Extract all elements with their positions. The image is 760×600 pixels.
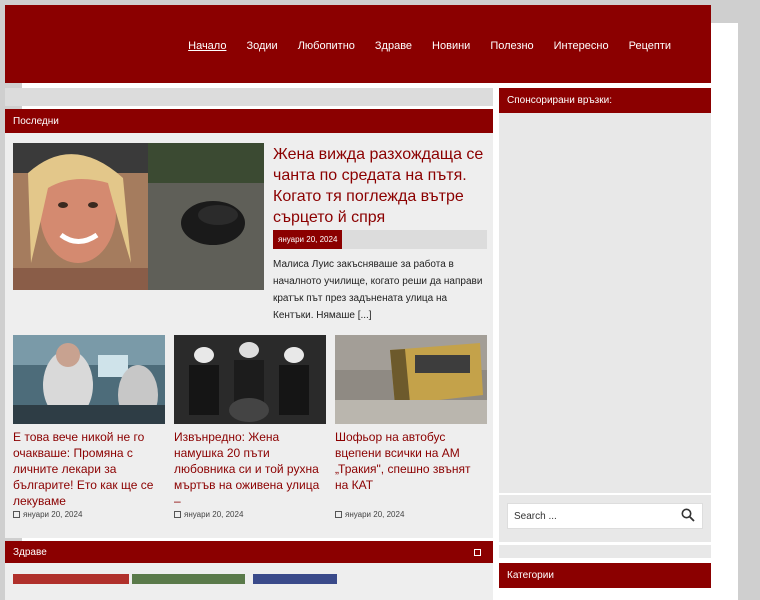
health-section-label: Здраве bbox=[13, 546, 47, 558]
post-card-meta: януари 20, 2024 bbox=[335, 510, 404, 519]
search-icon bbox=[681, 508, 695, 522]
nav-item-health[interactable]: Здраве bbox=[365, 40, 422, 52]
search-input[interactable] bbox=[508, 504, 673, 528]
search-form bbox=[507, 503, 703, 529]
post-card-meta: януари 20, 2024 bbox=[174, 510, 243, 519]
categories-title: Категории bbox=[499, 563, 711, 588]
post-card-meta: януари 20, 2024 bbox=[13, 510, 82, 519]
featured-post-date[interactable]: януари 20, 2024 bbox=[273, 230, 343, 249]
search-button[interactable] bbox=[678, 506, 698, 526]
calendar-icon bbox=[335, 511, 342, 518]
post-card-title[interactable]: Е това вече никой не го очакваше: Промян… bbox=[13, 429, 165, 509]
nav-item-interesting[interactable]: Интересно bbox=[544, 40, 619, 52]
latest-section-title: Последни bbox=[5, 109, 493, 133]
featured-post-title[interactable]: Жена вижда разхождаща се чанта по средат… bbox=[273, 144, 485, 228]
post-card-title[interactable]: Извънредно: Жена намушка 20 пъти любовни… bbox=[174, 429, 326, 509]
post-card-image[interactable] bbox=[174, 335, 326, 424]
post-card-title[interactable]: Шофьор на автобус вцепени всички на АМ „… bbox=[335, 429, 487, 509]
featured-post-excerpt: Малиса Луис закъсняваше за работа в нача… bbox=[273, 259, 483, 321]
card-image-hospital bbox=[13, 335, 165, 424]
health-section-title: Здраве bbox=[5, 541, 493, 563]
nav-item-curious[interactable]: Любопитно bbox=[288, 40, 365, 52]
search-widget bbox=[499, 495, 711, 542]
sponsored-links-title: Спонсорирани връзки: bbox=[499, 88, 711, 113]
featured-post-meta: януари 20, 2024 bbox=[273, 230, 487, 249]
nav-item-useful[interactable]: Полезно bbox=[480, 40, 543, 52]
post-card-image[interactable] bbox=[335, 335, 487, 424]
post-card-image[interactable] bbox=[13, 335, 165, 424]
main-nav: Начало Зодии Любопитно Здраве Новини Пол… bbox=[178, 40, 681, 52]
post-card[interactable]: Е това вече никой не го очакваше: Промян… bbox=[13, 335, 165, 519]
calendar-icon bbox=[174, 511, 181, 518]
sidebar-spacer bbox=[499, 545, 711, 558]
post-card[interactable]: Шофьор на автобус вцепени всички на АМ „… bbox=[335, 335, 487, 519]
nav-item-zodiac[interactable]: Зодии bbox=[236, 40, 287, 52]
ad-bar bbox=[5, 88, 493, 106]
post-card[interactable]: Извънредно: Жена намушка 20 пъти любовни… bbox=[174, 335, 326, 519]
post-card-date[interactable]: януари 20, 2024 bbox=[184, 510, 243, 519]
grid-icon[interactable] bbox=[474, 548, 481, 556]
nav-item-recipes[interactable]: Рецепти bbox=[619, 40, 681, 52]
sponsored-links-body bbox=[499, 113, 711, 493]
site-header: Начало Зодии Любопитно Здраве Новини Пол… bbox=[5, 5, 711, 83]
health-thumb-image[interactable] bbox=[253, 574, 337, 584]
nav-item-news[interactable]: Новини bbox=[422, 40, 480, 52]
card-image-bus bbox=[335, 335, 487, 424]
post-card-date[interactable]: януари 20, 2024 bbox=[23, 510, 82, 519]
card-image-police bbox=[174, 335, 326, 424]
health-thumb-image[interactable] bbox=[13, 574, 129, 584]
featured-post-image[interactable] bbox=[13, 143, 264, 290]
featured-image-graphic bbox=[13, 143, 264, 290]
nav-item-home[interactable]: Начало bbox=[178, 40, 236, 52]
post-card-date[interactable]: януари 20, 2024 bbox=[345, 510, 404, 519]
calendar-icon bbox=[13, 511, 20, 518]
health-thumb-image[interactable] bbox=[132, 574, 245, 584]
